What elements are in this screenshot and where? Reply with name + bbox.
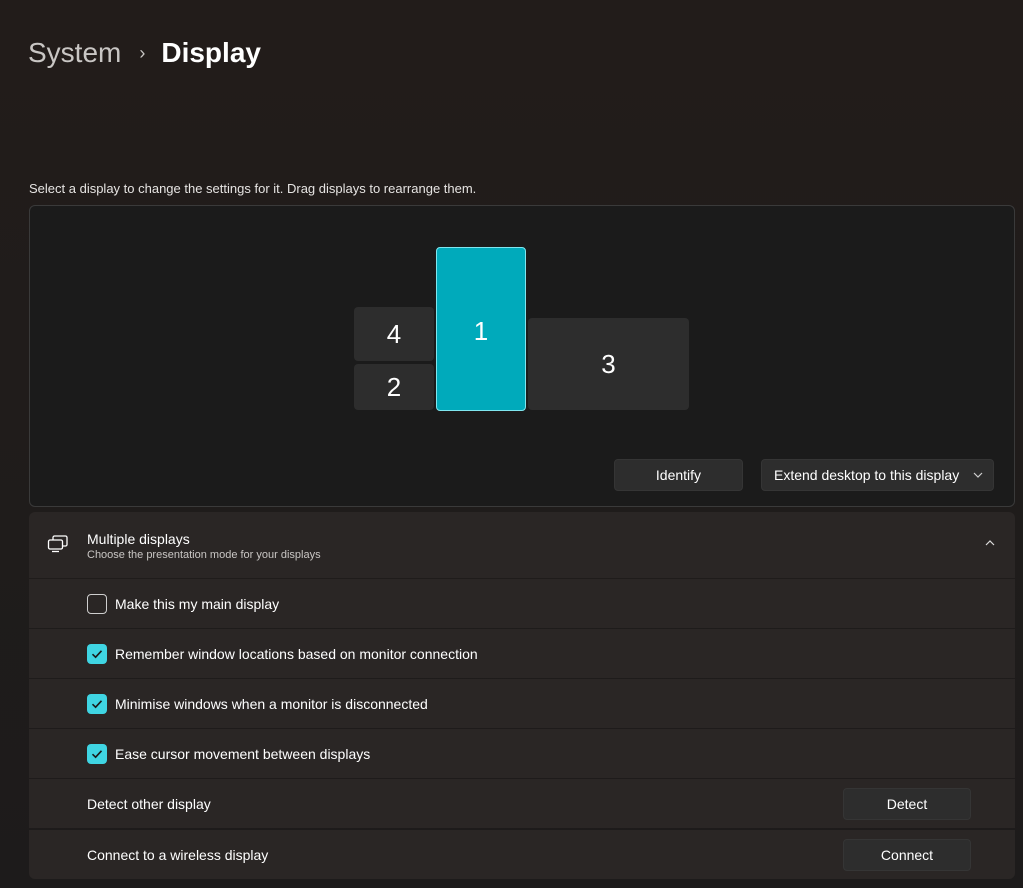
identify-button-label: Identify: [655, 467, 702, 483]
breadcrumb: System › Display: [28, 34, 261, 72]
multiple-displays-title: Multiple displays: [87, 531, 190, 547]
checkmark-icon: [91, 700, 103, 709]
chevron-up-icon[interactable]: [983, 536, 997, 550]
monitor-3-number: 3: [601, 348, 616, 379]
detect-button-label: Detect: [886, 796, 928, 812]
main-display-checkbox[interactable]: [87, 594, 107, 614]
monitor-1[interactable]: 1: [436, 247, 526, 411]
option-row-main-display: Make this my main display: [29, 579, 1015, 628]
connect-button-label: Connect: [880, 847, 934, 863]
extend-desktop-label: Extend desktop to this display: [774, 467, 960, 483]
option-row-wireless-display: Connect to a wireless display Connect: [29, 830, 1015, 879]
extend-desktop-dropdown[interactable]: Extend desktop to this display: [761, 459, 994, 491]
option-row-remember-locations: Remember window locations based on monit…: [29, 629, 1015, 678]
multiple-displays-icon: [47, 535, 68, 553]
monitor-4[interactable]: 4: [354, 307, 434, 361]
detect-display-label: Detect other display: [87, 796, 211, 812]
checkmark-icon: [91, 650, 103, 659]
minimise-windows-label: Minimise windows when a monitor is disco…: [115, 696, 428, 712]
main-display-label: Make this my main display: [115, 596, 280, 612]
monitor-4-number: 4: [386, 318, 402, 349]
monitor-3[interactable]: 3: [528, 318, 689, 410]
display-arrangement-panel: 1 4 2 3 Identify Extend desktop to this …: [29, 205, 1015, 507]
display-settings-page: System › Display Select a display to cha…: [0, 0, 1023, 888]
breadcrumb-system[interactable]: System: [28, 34, 121, 72]
monitor-1-number: 1: [473, 316, 489, 346]
option-row-ease-cursor: Ease cursor movement between displays: [29, 729, 1015, 778]
checkmark-icon: [91, 750, 103, 759]
multiple-displays-subtitle: Choose the presentation mode for your di…: [87, 549, 321, 561]
wireless-display-label: Connect to a wireless display: [87, 847, 269, 863]
chevron-down-icon: [973, 470, 983, 481]
multiple-displays-header[interactable]: Multiple displays Choose the presentatio…: [29, 512, 1015, 578]
arrangement-instruction: Select a display to change the settings …: [29, 181, 477, 196]
option-row-detect-display: Detect other display Detect: [29, 779, 1015, 828]
ease-cursor-checkbox[interactable]: [87, 744, 107, 764]
identify-button[interactable]: Identify: [614, 459, 743, 491]
ease-cursor-label: Ease cursor movement between displays: [115, 746, 371, 762]
breadcrumb-separator-icon: ›: [139, 43, 146, 63]
connect-button[interactable]: Connect: [843, 839, 971, 871]
page-title: Display: [161, 37, 261, 68]
multiple-displays-card: Multiple displays Choose the presentatio…: [29, 512, 1015, 880]
option-row-minimise-windows: Minimise windows when a monitor is disco…: [29, 679, 1015, 728]
minimise-windows-checkbox[interactable]: [87, 694, 107, 714]
monitor-2[interactable]: 2: [354, 364, 434, 410]
detect-button[interactable]: Detect: [843, 788, 971, 820]
remember-locations-label: Remember window locations based on monit…: [115, 646, 478, 662]
remember-locations-checkbox[interactable]: [87, 644, 107, 664]
monitor-2-number: 2: [386, 371, 402, 402]
